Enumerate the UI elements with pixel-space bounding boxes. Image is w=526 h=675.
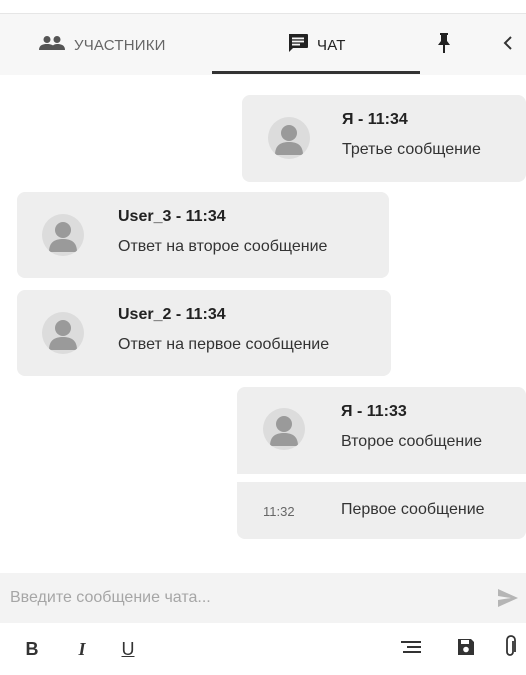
formatting-toolbar: B I U [0,623,526,675]
italic-icon: I [78,638,86,659]
message-author: Я - 11:34 [342,111,408,128]
message-bubble: User_3 - 11:34 Ответ на второе сообщение [17,192,389,278]
chat-icon [287,33,309,57]
collapse-button[interactable] [498,14,518,76]
message-group: Я - 11:33 Второе сообщение 11:32 Первое … [237,387,526,539]
save-icon [456,637,476,662]
message-text: Ответ на второе сообщение [118,238,328,255]
message-text: Второе сообщение [341,433,483,450]
format-list-icon [399,639,423,660]
bold-icon: B [25,638,39,659]
pin-icon [437,32,451,59]
format-list-button[interactable] [398,637,424,661]
chat-panel-header: УЧАСТНИКИ ЧАТ [0,13,526,75]
message-author: User_3 - 11:34 [118,208,226,225]
bold-button[interactable]: B [22,637,42,661]
tab-chat-label: ЧАТ [317,36,346,54]
message-text: Первое сообщение [341,501,485,518]
message-text: Третье сообщение [342,141,481,158]
attachment-icon [503,634,517,664]
avatar [263,408,305,450]
message-divider [237,474,526,482]
underline-button[interactable]: U [118,637,138,661]
active-tab-indicator [212,71,420,74]
save-button[interactable] [454,637,478,661]
send-icon [496,589,520,614]
people-icon [38,35,66,55]
tab-chat[interactable]: ЧАТ [287,14,346,76]
attach-button[interactable] [500,634,520,664]
avatar [42,214,84,256]
message-author: Я - 11:33 [341,403,407,420]
message-bubble: User_2 - 11:34 Ответ на первое сообщение [17,290,391,376]
italic-button[interactable]: I [72,637,92,661]
send-button[interactable] [496,586,520,610]
avatar [42,312,84,354]
message-text: Ответ на первое сообщение [118,336,330,353]
tab-participants-label: УЧАСТНИКИ [74,36,166,54]
message-input[interactable] [10,586,470,610]
message-author: User_2 - 11:34 [118,306,226,323]
message-composer [0,573,526,623]
underline-icon: U [121,638,135,659]
message-time: 11:32 [263,504,295,519]
tab-participants[interactable]: УЧАСТНИКИ [38,14,166,76]
chevron-left-icon [503,34,513,57]
pin-button[interactable] [432,14,456,76]
avatar [268,117,310,159]
message-bubble: Я - 11:34 Третье сообщение [242,95,526,182]
